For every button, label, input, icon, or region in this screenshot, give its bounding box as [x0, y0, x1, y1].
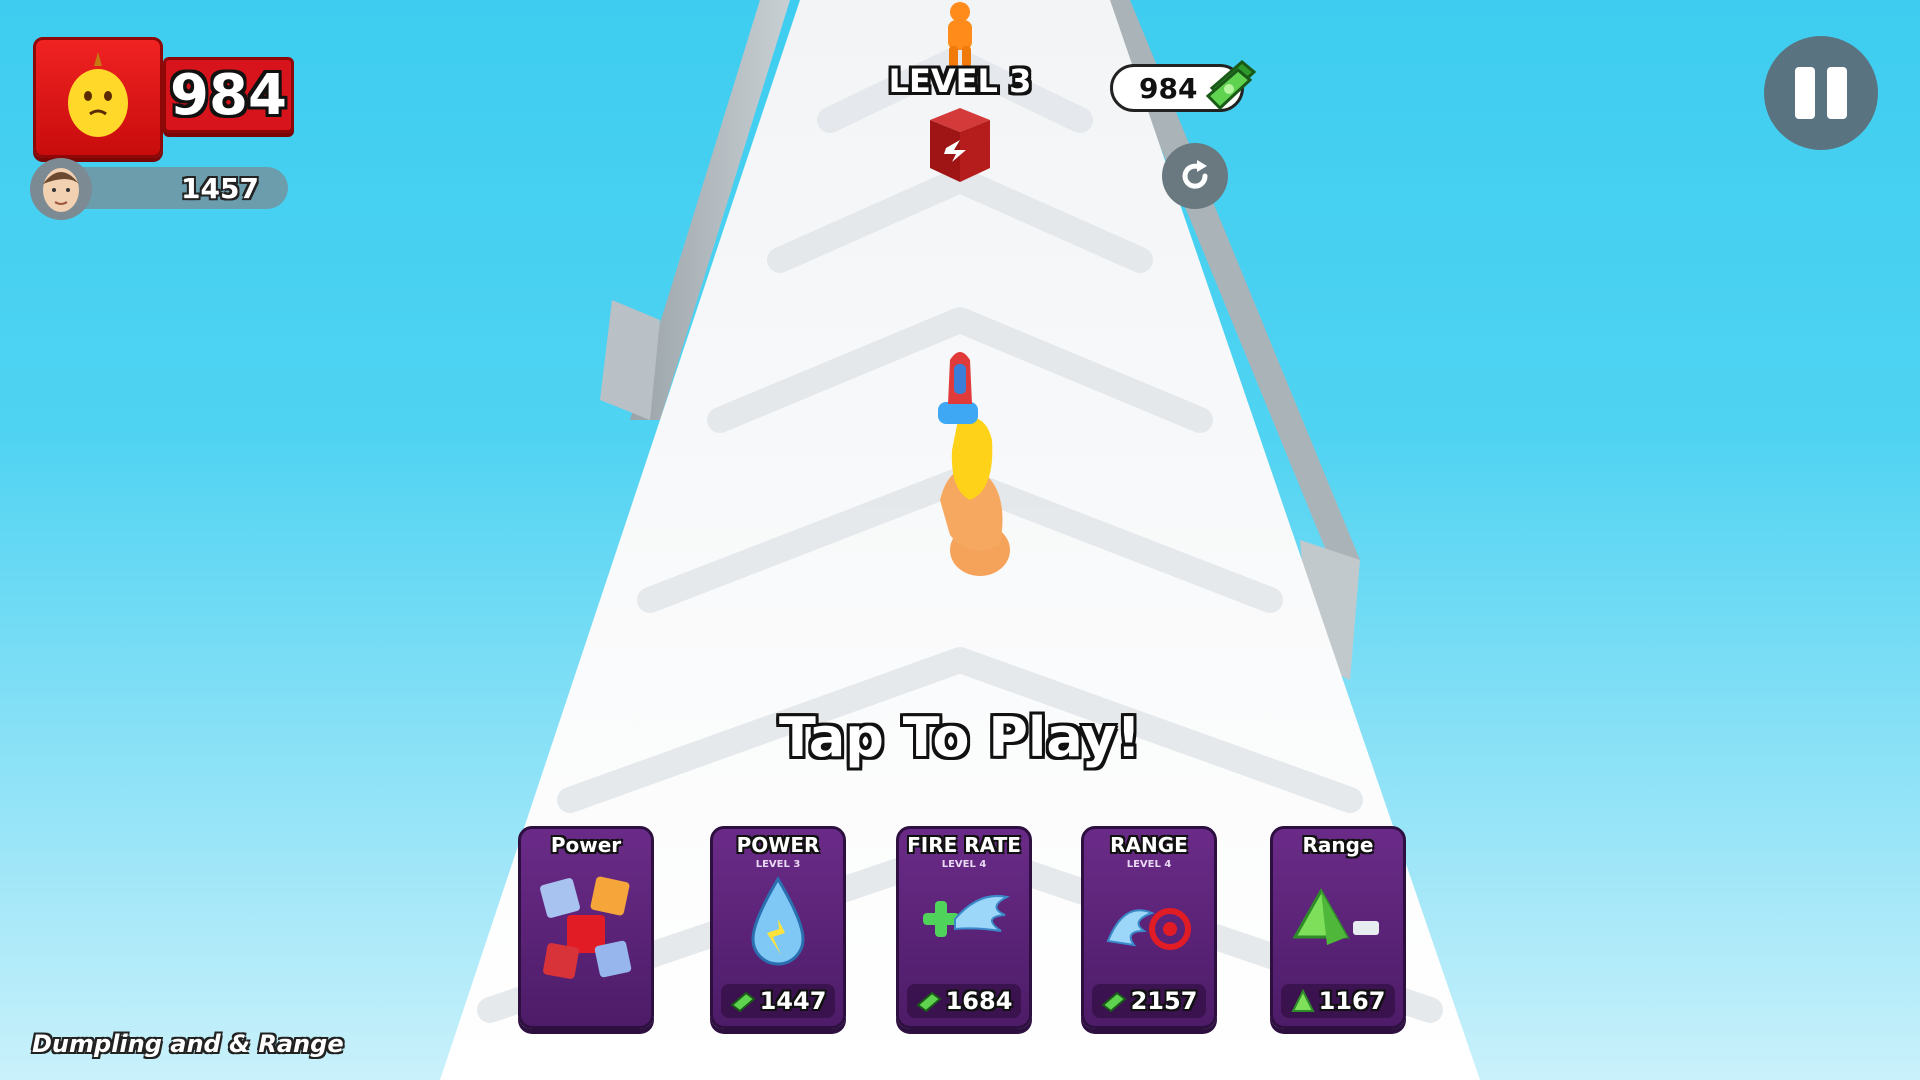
card-level: LEVEL 4: [1126, 859, 1172, 870]
card-price: 2157: [1092, 984, 1206, 1018]
fruit-icon: [68, 52, 128, 137]
red-crate: [930, 108, 990, 182]
upgrade-card-power[interactable]: Power: [518, 826, 654, 1029]
card-title: Power: [550, 833, 622, 857]
card-price: 1167: [1281, 984, 1395, 1018]
cash-stack-icon: [1205, 60, 1257, 111]
upgrade-card-range-alt[interactable]: Range 1167: [1270, 826, 1406, 1029]
pyramid-small-icon: [1290, 989, 1315, 1012]
card-price: 1684: [907, 984, 1021, 1018]
upgrade-card-fire-rate[interactable]: FIRE RATE LEVEL 4 1684: [896, 826, 1032, 1029]
avatar: [30, 158, 92, 220]
cash-icon: [915, 991, 942, 1013]
upgrade-card-range[interactable]: RANGE LEVEL 4 2157: [1081, 826, 1217, 1029]
game-scene[interactable]: 984 1457 LEVEL 3 984 Tap To Play! Power …: [0, 0, 1920, 1080]
water-drop-icon: [751, 876, 805, 966]
price-value: 1447: [759, 987, 827, 1015]
cubes-icon: [540, 876, 632, 979]
card-title: FIRE RATE: [907, 833, 1021, 857]
restart-button[interactable]: [1162, 143, 1228, 209]
card-title: Range: [1302, 833, 1374, 857]
price-value: 1167: [1318, 987, 1386, 1015]
pyramid-icon: [1292, 887, 1379, 945]
card-title: POWER: [736, 833, 820, 857]
card-price: 1447: [721, 984, 835, 1018]
target-splash-icon: [1106, 908, 1191, 950]
upgrade-card-power-level[interactable]: POWER LEVEL 3 1447: [710, 826, 846, 1029]
cash-icon: [729, 991, 756, 1013]
price-value: 2157: [1130, 987, 1198, 1015]
price-value: 1684: [945, 987, 1013, 1015]
level-label: LEVEL 3: [888, 62, 1032, 100]
pause-icon: [1795, 67, 1815, 119]
watermark-text: Dumpling and & Range: [32, 1030, 344, 1058]
restart-icon: [1182, 160, 1208, 189]
card-level: LEVEL 4: [941, 859, 987, 870]
fruit-score: 984: [163, 57, 294, 133]
cash-value: 984: [1139, 71, 1198, 105]
card-level: LEVEL 3: [755, 859, 801, 870]
player-character: [938, 352, 1010, 576]
fruit-counter-box: [33, 37, 163, 158]
pause-button[interactable]: [1764, 36, 1878, 150]
tap-to-play-prompt[interactable]: Tap To Play!: [760, 706, 1160, 776]
card-title: RANGE: [1110, 833, 1188, 857]
water-splash-icon: [923, 895, 1010, 937]
cash-icon: [1100, 991, 1127, 1013]
player-score: 1457: [181, 171, 259, 205]
player-face-icon: [43, 168, 79, 212]
enemy-figure: [948, 2, 972, 68]
